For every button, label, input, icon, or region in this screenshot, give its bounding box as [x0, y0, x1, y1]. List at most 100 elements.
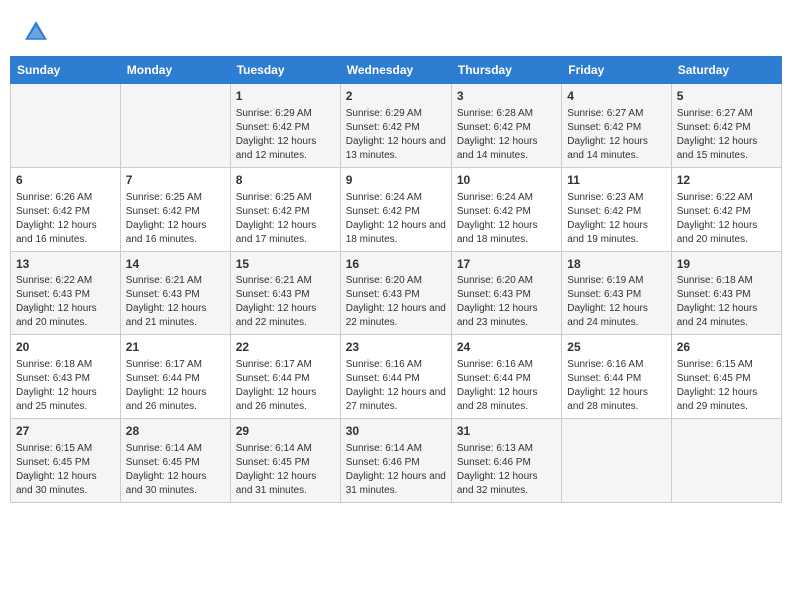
calendar-cell: 8 Sunrise: 6:25 AMSunset: 6:42 PMDaylight… — [230, 167, 340, 251]
logo — [22, 18, 52, 46]
day-number: 13 — [16, 256, 115, 273]
calendar-cell: 3Sunrise: 6:28 AMSunset: 6:42 PMDaylight… — [451, 84, 561, 168]
day-number: 18 — [567, 256, 665, 273]
day-info: Sunrise: 6:17 AM — [126, 358, 225, 372]
day-info: Daylight: 12 hours and 20 minutes. — [16, 302, 115, 330]
day-info: Sunset: 6:43 PM — [236, 288, 335, 302]
day-info: Daylight: 12 hours and 20 minutes. — [677, 219, 776, 247]
day-info: Sunset: 6:43 PM — [346, 288, 446, 302]
day-info: Sunrise: 6:24 AM — [346, 191, 446, 205]
day-number: 16 — [346, 256, 446, 273]
day-info: Sunrise: 6:18 AM — [16, 358, 115, 372]
day-info: Sunrise: 6:15 AM — [16, 442, 115, 456]
day-info: Sunrise: 6:20 AM — [346, 274, 446, 288]
day-info: Sunset: 6:42 PM — [567, 121, 665, 135]
day-info: Daylight: 12 hours and 15 minutes. — [677, 135, 776, 163]
calendar-cell: 10Sunrise: 6:24 AMSunset: 6:42 PMDayligh… — [451, 167, 561, 251]
calendar-cell: 24Sunrise: 6:16 AMSunset: 6:44 PMDayligh… — [451, 335, 561, 419]
day-number: 28 — [126, 423, 225, 440]
calendar-cell: 28Sunrise: 6:14 AMSunset: 6:45 PMDayligh… — [120, 419, 230, 503]
day-info: Sunrise: 6:25 AM — [236, 191, 335, 205]
day-info: Sunset: 6:42 PM — [236, 121, 335, 135]
calendar-cell: 16Sunrise: 6:20 AMSunset: 6:43 PMDayligh… — [340, 251, 451, 335]
day-info: Sunset: 6:43 PM — [567, 288, 665, 302]
day-header-friday: Friday — [562, 57, 671, 84]
day-info: Sunset: 6:46 PM — [346, 456, 446, 470]
calendar-header-row: SundayMondayTuesdayWednesdayThursdayFrid… — [11, 57, 782, 84]
day-info: Daylight: 12 hours and 13 minutes. — [346, 135, 446, 163]
day-info: Daylight: 12 hours and 18 minutes. — [457, 219, 556, 247]
calendar-cell: 22Sunrise: 6:17 AMSunset: 6:44 PMDayligh… — [230, 335, 340, 419]
day-info: Sunrise: 6:27 AM — [677, 107, 776, 121]
day-info: Sunrise: 6:26 AM — [16, 191, 115, 205]
day-info: Sunrise: 6:21 AM — [126, 274, 225, 288]
day-info: Sunrise: 6:14 AM — [126, 442, 225, 456]
day-number: 14 — [126, 256, 225, 273]
calendar-cell: 12Sunrise: 6:22 AMSunset: 6:42 PMDayligh… — [671, 167, 781, 251]
day-info: Sunset: 6:43 PM — [126, 288, 225, 302]
calendar-cell: 29Sunrise: 6:14 AMSunset: 6:45 PMDayligh… — [230, 419, 340, 503]
day-info: Sunset: 6:42 PM — [677, 121, 776, 135]
day-info: Daylight: 12 hours and 16 minutes. — [16, 219, 115, 247]
day-info: Sunset: 6:42 PM — [236, 205, 335, 219]
calendar-cell: 15Sunrise: 6:21 AMSunset: 6:43 PMDayligh… — [230, 251, 340, 335]
day-info: Daylight: 12 hours and 32 minutes. — [457, 470, 556, 498]
day-info: Daylight: 12 hours and 18 minutes. — [346, 219, 446, 247]
day-info: Sunrise: 6:21 AM — [236, 274, 335, 288]
calendar-cell: 25Sunrise: 6:16 AMSunset: 6:44 PMDayligh… — [562, 335, 671, 419]
day-info: Daylight: 12 hours and 26 minutes. — [126, 386, 225, 414]
calendar-cell — [11, 84, 121, 168]
day-info: Sunset: 6:45 PM — [126, 456, 225, 470]
day-number: 5 — [677, 88, 776, 105]
day-info: Sunrise: 6:19 AM — [567, 274, 665, 288]
day-info: Daylight: 12 hours and 29 minutes. — [677, 386, 776, 414]
calendar-cell: 5 Sunrise: 6:27 AMSunset: 6:42 PMDaylight… — [671, 84, 781, 168]
day-info: Sunrise: 6:20 AM — [457, 274, 556, 288]
day-info: Daylight: 12 hours and 28 minutes. — [567, 386, 665, 414]
day-info: Daylight: 12 hours and 14 minutes. — [567, 135, 665, 163]
calendar-cell: 23Sunrise: 6:16 AMSunset: 6:44 PMDayligh… — [340, 335, 451, 419]
calendar-cell — [562, 419, 671, 503]
calendar-cell: 1Sunrise: 6:29 AMSunset: 6:42 PMDaylight… — [230, 84, 340, 168]
day-number: 8 — [236, 172, 335, 189]
day-number: 7 — [126, 172, 225, 189]
day-info: Daylight: 12 hours and 31 minutes. — [346, 470, 446, 498]
day-info: Sunset: 6:44 PM — [126, 372, 225, 386]
day-info: Sunset: 6:42 PM — [457, 121, 556, 135]
day-number: 20 — [16, 339, 115, 356]
day-number: 27 — [16, 423, 115, 440]
day-info: Sunset: 6:42 PM — [126, 205, 225, 219]
day-header-saturday: Saturday — [671, 57, 781, 84]
day-info: Daylight: 12 hours and 24 minutes. — [567, 302, 665, 330]
day-number: 22 — [236, 339, 335, 356]
calendar-cell: 30Sunrise: 6:14 AMSunset: 6:46 PMDayligh… — [340, 419, 451, 503]
day-info: Sunrise: 6:29 AM — [346, 107, 446, 121]
calendar-cell: 26 Sunrise: 6:15 AMSunset: 6:45 PMDayligh… — [671, 335, 781, 419]
day-info: Sunrise: 6:22 AM — [677, 191, 776, 205]
day-info: Sunrise: 6:14 AM — [236, 442, 335, 456]
day-number: 11 — [567, 172, 665, 189]
day-info: Sunset: 6:42 PM — [346, 205, 446, 219]
day-header-thursday: Thursday — [451, 57, 561, 84]
calendar-cell: 17Sunrise: 6:20 AMSunset: 6:43 PMDayligh… — [451, 251, 561, 335]
day-number: 26 — [677, 339, 776, 356]
day-header-tuesday: Tuesday — [230, 57, 340, 84]
day-info: Daylight: 12 hours and 31 minutes. — [236, 470, 335, 498]
day-info: Sunrise: 6:16 AM — [457, 358, 556, 372]
calendar-cell: 31Sunrise: 6:13 AMSunset: 6:46 PMDayligh… — [451, 419, 561, 503]
day-number: 15 — [236, 256, 335, 273]
day-info: Daylight: 12 hours and 19 minutes. — [567, 219, 665, 247]
day-info: Sunrise: 6:17 AM — [236, 358, 335, 372]
calendar-cell: 4Sunrise: 6:27 AMSunset: 6:42 PMDaylight… — [562, 84, 671, 168]
calendar-cell: 7Sunrise: 6:25 AMSunset: 6:42 PMDaylight… — [120, 167, 230, 251]
day-info: Daylight: 12 hours and 17 minutes. — [236, 219, 335, 247]
day-info: Sunrise: 6:25 AM — [126, 191, 225, 205]
day-info: Sunset: 6:46 PM — [457, 456, 556, 470]
day-info: Sunrise: 6:15 AM — [677, 358, 776, 372]
day-info: Sunrise: 6:16 AM — [346, 358, 446, 372]
day-number: 12 — [677, 172, 776, 189]
day-number: 10 — [457, 172, 556, 189]
day-info: Sunset: 6:42 PM — [457, 205, 556, 219]
day-info: Sunset: 6:45 PM — [677, 372, 776, 386]
day-number: 21 — [126, 339, 225, 356]
